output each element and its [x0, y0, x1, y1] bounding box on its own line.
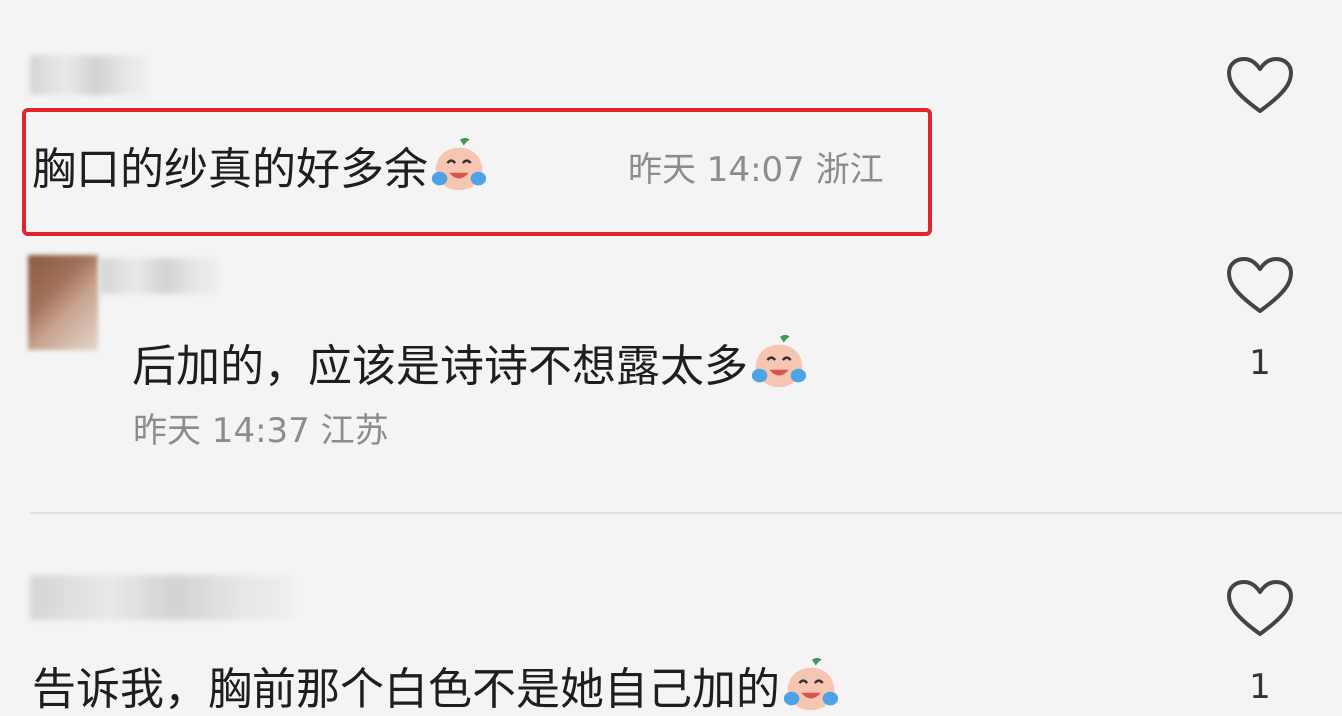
- crying-laughing-face-icon: [783, 657, 839, 711]
- highlight-box: [22, 108, 932, 236]
- username-redacted[interactable]: [100, 258, 220, 294]
- username-redacted[interactable]: [30, 575, 295, 620]
- comment-text: 后加的，应该是诗诗不想露太多: [132, 334, 810, 393]
- comment-location: 江苏: [320, 411, 389, 451]
- comment-meta: 昨天 14:37 江苏: [133, 414, 389, 448]
- comment-text: 告诉我，胸前那个白色不是她自己加的: [32, 657, 842, 716]
- username-redacted[interactable]: [30, 55, 150, 95]
- heart-icon[interactable]: [1225, 578, 1295, 640]
- divider: [30, 512, 1342, 514]
- heart-icon[interactable]: [1225, 55, 1295, 117]
- avatar[interactable]: [28, 255, 98, 350]
- crying-laughing-face-icon: [751, 334, 807, 388]
- like-count: 1: [1249, 343, 1271, 383]
- like-count: 1: [1249, 667, 1271, 707]
- heart-icon[interactable]: [1225, 255, 1295, 317]
- comment-time: 昨天 14:37: [133, 411, 310, 451]
